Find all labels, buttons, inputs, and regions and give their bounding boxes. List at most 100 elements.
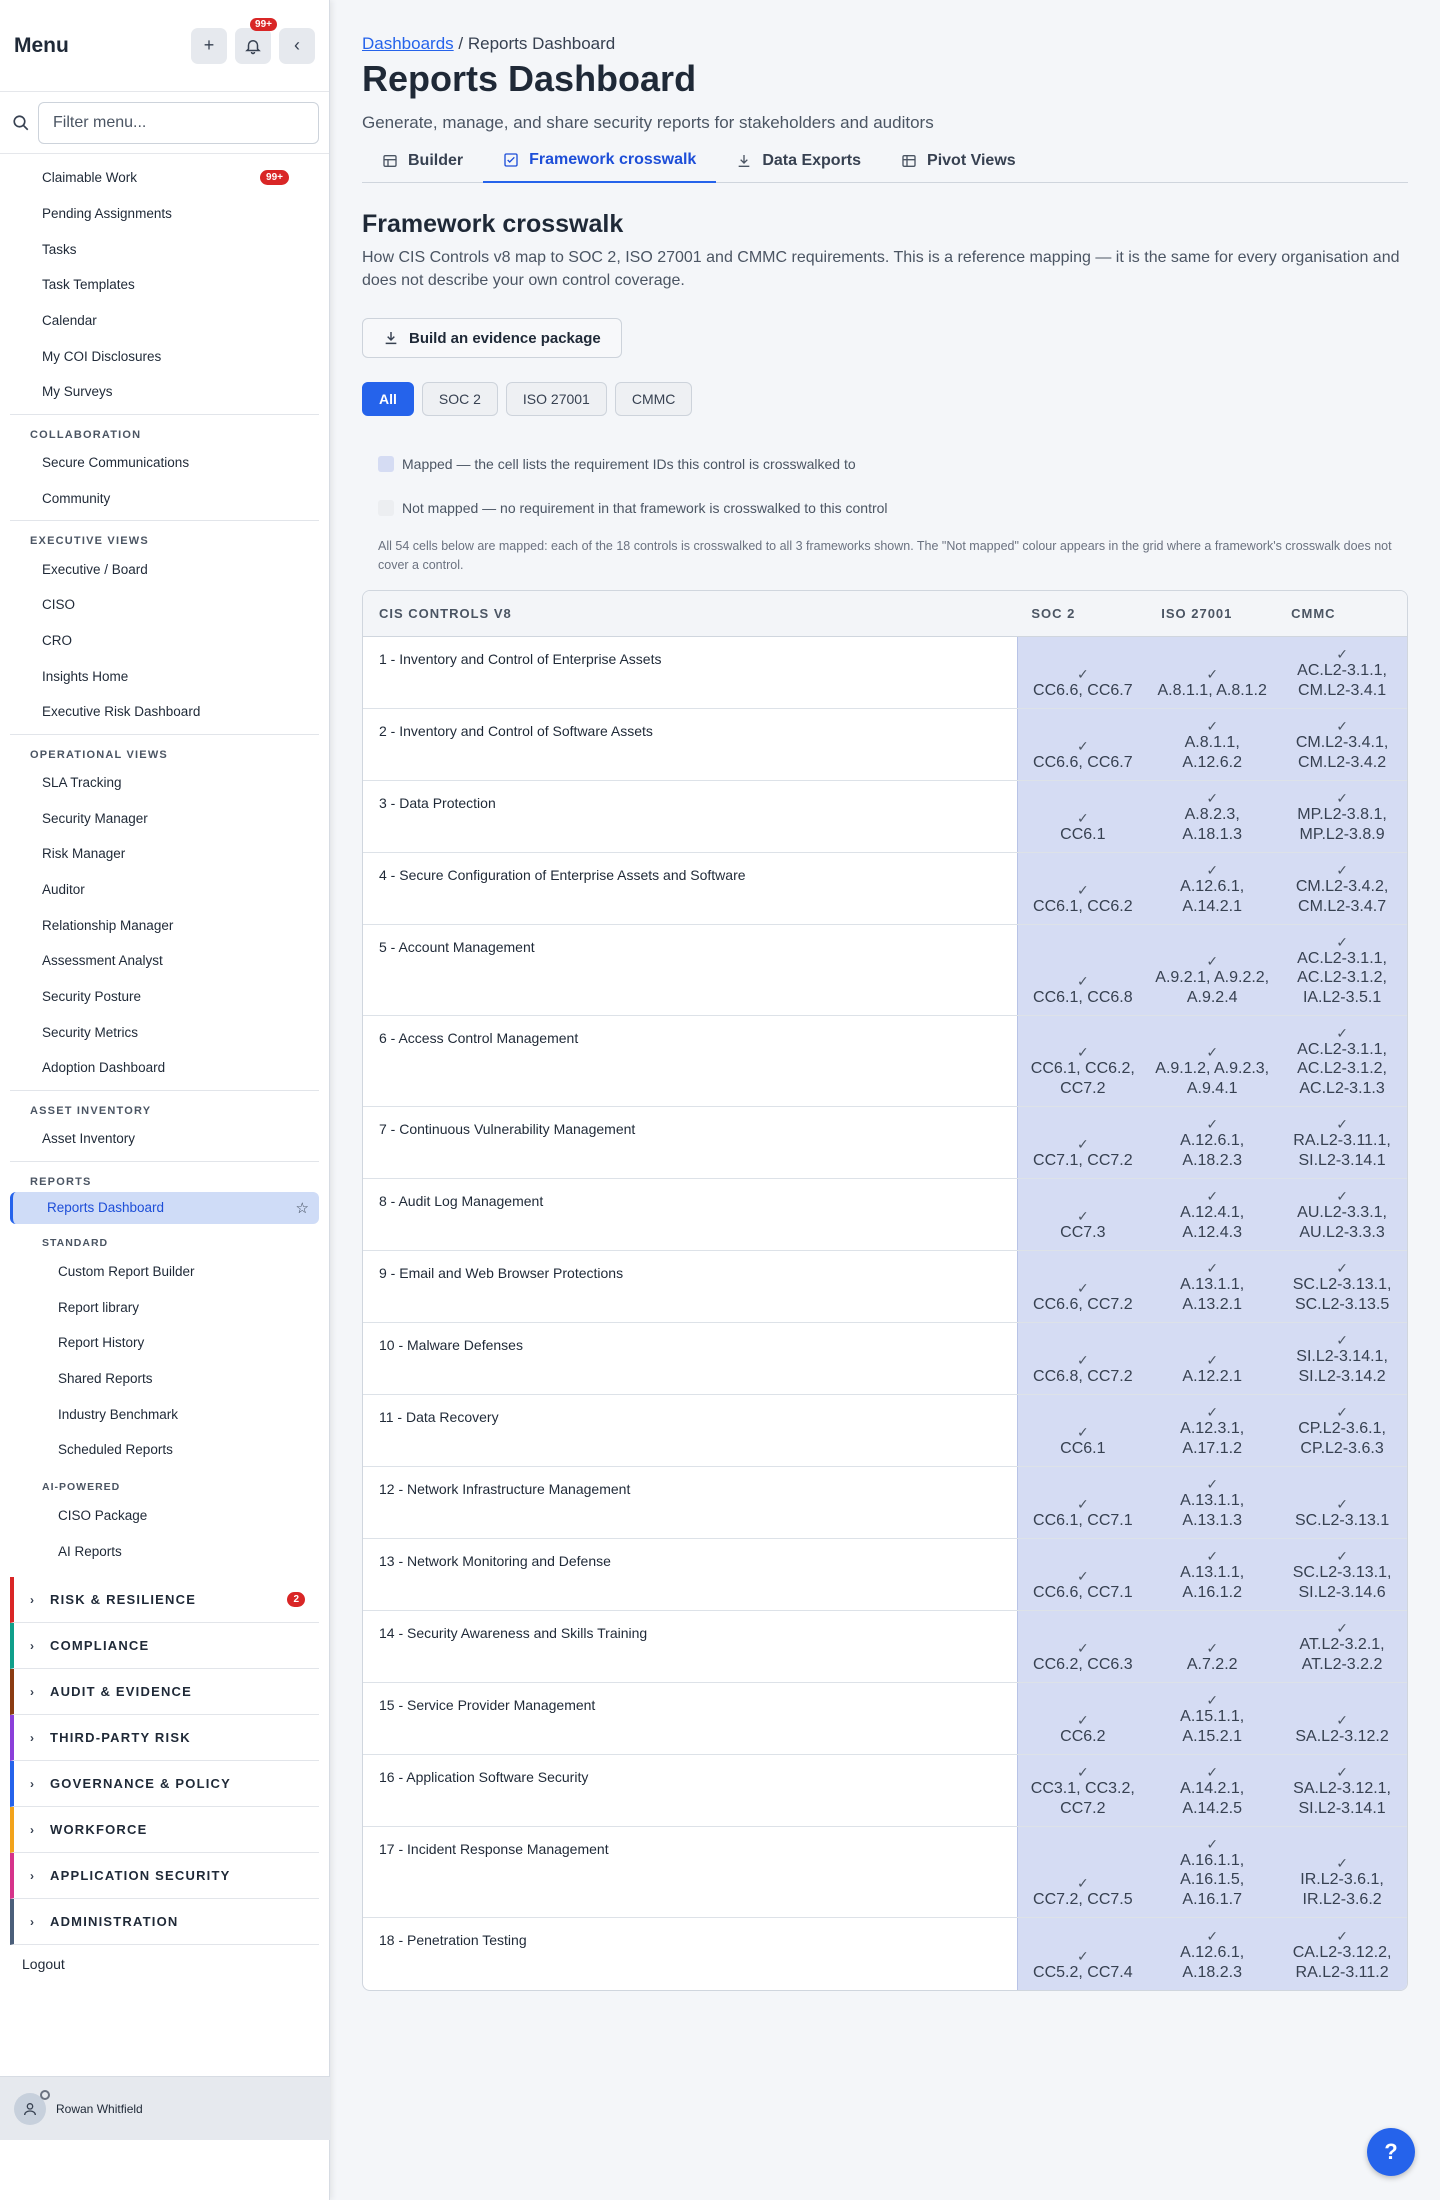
sidebar-item-security-manager[interactable]: Security Manager — [0, 800, 329, 836]
category-risk-resilience[interactable]: › RISK & RESILIENCE 2 — [10, 1577, 319, 1623]
sidebar-item-ciso-package[interactable]: CISO Package — [0, 1498, 329, 1534]
sidebar-item-custom-report-builder[interactable]: Custom Report Builder — [0, 1254, 329, 1290]
sidebar-item-shared-reports[interactable]: Shared Reports — [0, 1361, 329, 1397]
mapping-cell-soc2[interactable]: ✓ CC6.6, CC6.7 — [1017, 709, 1148, 780]
category-workforce[interactable]: › WORKFORCE — [10, 1807, 319, 1853]
mapping-cell-cmmc[interactable]: ✓ AC.L2-3.1.1, AC.L2-3.1.2, AC.L2-3.1.3 — [1277, 1016, 1407, 1106]
sidebar-item-scheduled-reports[interactable]: Scheduled Reports — [0, 1432, 329, 1468]
mapping-cell-soc2[interactable]: ✓ CC6.2 — [1017, 1683, 1148, 1754]
star-icon[interactable]: ☆ — [296, 1199, 309, 1217]
mapping-cell-soc2[interactable]: ✓ CC7.2, CC7.5 — [1017, 1827, 1148, 1917]
mapping-cell-iso[interactable]: ✓ A.12.6.1, A.18.2.3 — [1147, 1918, 1278, 1990]
mapping-cell-iso[interactable]: ✓ A.12.2.1 — [1147, 1323, 1278, 1394]
mapping-cell-soc2[interactable]: ✓ CC6.1 — [1017, 1395, 1148, 1466]
sidebar-item-calendar[interactable]: Calendar — [0, 303, 329, 339]
mapping-cell-soc2[interactable]: ✓ CC7.1, CC7.2 — [1017, 1107, 1148, 1178]
sidebar-item-secure-communications[interactable]: Secure Communications — [0, 445, 329, 481]
sidebar-item-risk-manager[interactable]: Risk Manager — [0, 836, 329, 872]
mapping-cell-soc2[interactable]: ✓ CC6.1, CC7.1 — [1017, 1467, 1148, 1538]
mapping-cell-iso[interactable]: ✓ A.8.2.3, A.18.1.3 — [1147, 781, 1278, 852]
category-governance-policy[interactable]: › GOVERNANCE & POLICY — [10, 1761, 319, 1807]
collapse-sidebar-button[interactable]: ‹ — [279, 27, 315, 64]
add-button[interactable]: + — [191, 27, 227, 64]
sidebar-item-industry-benchmark[interactable]: Industry Benchmark — [0, 1396, 329, 1432]
mapping-cell-iso[interactable]: ✓ A.14.2.1, A.14.2.5 — [1147, 1755, 1278, 1826]
mapping-cell-soc2[interactable]: ✓ CC6.6, CC6.7 — [1017, 637, 1148, 708]
mapping-cell-cmmc[interactable]: ✓ RA.L2-3.11.1, SI.L2-3.14.1 — [1277, 1107, 1407, 1178]
mapping-cell-iso[interactable]: ✓ A.12.6.1, A.14.2.1 — [1147, 853, 1278, 924]
user-profile[interactable]: Rowan Whitfield — [0, 2076, 330, 2140]
mapping-cell-iso[interactable]: ✓ A.9.1.2, A.9.2.3, A.9.4.1 — [1147, 1016, 1278, 1106]
mapping-cell-iso[interactable]: ✓ A.16.1.1, A.16.1.5, A.16.1.7 — [1147, 1827, 1278, 1917]
mapping-cell-soc2[interactable]: ✓ CC5.2, CC7.4 — [1017, 1918, 1148, 1990]
mapping-cell-cmmc[interactable]: ✓ IR.L2-3.6.1, IR.L2-3.6.2 — [1277, 1827, 1407, 1917]
sidebar-item-report-history[interactable]: Report History — [0, 1325, 329, 1361]
mapping-cell-iso[interactable]: ✓ A.8.1.1, A.8.1.2 — [1147, 637, 1278, 708]
sidebar-item-adoption-dashboard[interactable]: Adoption Dashboard — [0, 1050, 329, 1086]
mapping-cell-cmmc[interactable]: ✓ CA.L2-3.12.2, RA.L2-3.11.2 — [1277, 1918, 1407, 1990]
mapping-cell-cmmc[interactable]: ✓ CM.L2-3.4.2, CM.L2-3.4.7 — [1277, 853, 1407, 924]
mapping-cell-cmmc[interactable]: ✓ SA.L2-3.12.2 — [1277, 1683, 1407, 1754]
breadcrumb-dashboards-link[interactable]: Dashboards — [362, 34, 454, 53]
category-compliance[interactable]: › COMPLIANCE — [10, 1623, 319, 1669]
mapping-cell-iso[interactable]: ✓ A.12.6.1, A.18.2.3 — [1147, 1107, 1278, 1178]
build-evidence-package-button[interactable]: Build an evidence package — [362, 318, 622, 358]
filter-all-button[interactable]: All — [362, 382, 414, 416]
sidebar-item-security-posture[interactable]: Security Posture — [0, 979, 329, 1015]
mapping-cell-iso[interactable]: ✓ A.9.2.1, A.9.2.2, A.9.2.4 — [1147, 925, 1278, 1015]
tab-framework-crosswalk[interactable]: Framework crosswalk — [483, 139, 717, 183]
sidebar-item-claimable-work[interactable]: Claimable Work 99+ — [0, 160, 329, 196]
mapping-cell-cmmc[interactable]: ✓ SC.L2-3.13.1, SI.L2-3.14.6 — [1277, 1539, 1407, 1610]
mapping-cell-iso[interactable]: ✓ A.12.3.1, A.17.1.2 — [1147, 1395, 1278, 1466]
notifications-button[interactable]: 99+ — [235, 17, 277, 64]
tab-pivot-views[interactable]: Pivot Views — [881, 139, 1036, 183]
sidebar-item-task-templates[interactable]: Task Templates — [0, 267, 329, 303]
mapping-cell-soc2[interactable]: ✓ CC6.1, CC6.8 — [1017, 925, 1148, 1015]
mapping-cell-soc2[interactable]: ✓ CC7.3 — [1017, 1179, 1148, 1250]
mapping-cell-soc2[interactable]: ✓ CC6.8, CC7.2 — [1017, 1323, 1148, 1394]
mapping-cell-soc2[interactable]: ✓ CC6.1, CC6.2 — [1017, 853, 1148, 924]
logout-link[interactable]: Logout — [0, 1945, 329, 1983]
mapping-cell-cmmc[interactable]: ✓ AU.L2-3.3.1, AU.L2-3.3.3 — [1277, 1179, 1407, 1250]
filter-iso27001-button[interactable]: ISO 27001 — [505, 382, 607, 416]
category-administration[interactable]: › ADMINISTRATION — [10, 1899, 319, 1945]
mapping-cell-iso[interactable]: ✓ A.15.1.1, A.15.2.1 — [1147, 1683, 1278, 1754]
mapping-cell-iso[interactable]: ✓ A.12.4.1, A.12.4.3 — [1147, 1179, 1278, 1250]
sidebar-item-reports-dashboard[interactable]: Reports Dashboard ☆ — [10, 1191, 319, 1224]
sidebar-item-my-surveys[interactable]: My Surveys — [0, 374, 329, 410]
mapping-cell-cmmc[interactable]: ✓ AC.L2-3.1.1, CM.L2-3.4.1 — [1277, 637, 1407, 708]
tab-data-exports[interactable]: Data Exports — [716, 139, 881, 183]
mapping-cell-cmmc[interactable]: ✓ CP.L2-3.6.1, CP.L2-3.6.3 — [1277, 1395, 1407, 1466]
sidebar-item-executive-risk-dashboard[interactable]: Executive Risk Dashboard — [0, 694, 329, 730]
category-audit-evidence[interactable]: › AUDIT & EVIDENCE — [10, 1669, 319, 1715]
mapping-cell-soc2[interactable]: ✓ CC6.1 — [1017, 781, 1148, 852]
mapping-cell-cmmc[interactable]: ✓ AC.L2-3.1.1, AC.L2-3.1.2, IA.L2-3.5.1 — [1277, 925, 1407, 1015]
sidebar-item-pending-assignments[interactable]: Pending Assignments — [0, 196, 329, 232]
mapping-cell-soc2[interactable]: ✓ CC6.1, CC6.2, CC7.2 — [1017, 1016, 1148, 1106]
sidebar-item-report-library[interactable]: Report library — [0, 1289, 329, 1325]
sidebar-item-sla-tracking[interactable]: SLA Tracking — [0, 765, 329, 801]
mapping-cell-soc2[interactable]: ✓ CC6.6, CC7.1 — [1017, 1539, 1148, 1610]
sidebar-item-cro[interactable]: CRO — [0, 623, 329, 659]
mapping-cell-cmmc[interactable]: ✓ SC.L2-3.13.1, SC.L2-3.13.5 — [1277, 1251, 1407, 1322]
tab-builder[interactable]: Builder — [362, 139, 483, 183]
mapping-cell-iso[interactable]: ✓ A.13.1.1, A.13.1.3 — [1147, 1467, 1278, 1538]
mapping-cell-cmmc[interactable]: ✓ CM.L2-3.4.1, CM.L2-3.4.2 — [1277, 709, 1407, 780]
mapping-cell-soc2[interactable]: ✓ CC3.1, CC3.2, CC7.2 — [1017, 1755, 1148, 1826]
mapping-cell-soc2[interactable]: ✓ CC6.2, CC6.3 — [1017, 1611, 1148, 1682]
mapping-cell-iso[interactable]: ✓ A.13.1.1, A.16.1.2 — [1147, 1539, 1278, 1610]
sidebar-item-asset-inventory[interactable]: Asset Inventory — [0, 1121, 329, 1157]
mapping-cell-cmmc[interactable]: ✓ SI.L2-3.14.1, SI.L2-3.14.2 — [1277, 1323, 1407, 1394]
category-third-party-risk[interactable]: › THIRD-PARTY RISK — [10, 1715, 319, 1761]
sidebar-item-assessment-analyst[interactable]: Assessment Analyst — [0, 943, 329, 979]
sidebar-item-relationship-manager[interactable]: Relationship Manager — [0, 907, 329, 943]
sidebar-item-executive-board[interactable]: Executive / Board — [0, 551, 329, 587]
filter-soc2-button[interactable]: SOC 2 — [421, 382, 498, 416]
filter-cmmc-button[interactable]: CMMC — [614, 382, 693, 416]
help-button[interactable]: ? — [1367, 2128, 1415, 2176]
mapping-cell-cmmc[interactable]: ✓ SC.L2-3.13.1 — [1277, 1467, 1407, 1538]
category-application-security[interactable]: › APPLICATION SECURITY — [10, 1853, 319, 1899]
sidebar-item-ciso[interactable]: CISO — [0, 587, 329, 623]
sidebar-item-ai-reports[interactable]: AI Reports — [0, 1533, 329, 1569]
sidebar-item-coi-disclosures[interactable]: My COI Disclosures — [0, 338, 329, 374]
